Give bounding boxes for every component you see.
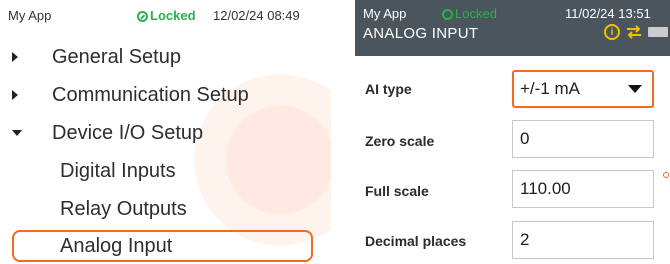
panel-divider	[331, 0, 355, 264]
menu-item-general-setup[interactable]: General Setup	[0, 40, 331, 74]
decimal-places-value: 2	[520, 230, 530, 249]
status-bar: My App Locked 12/02/24 08:49	[0, 0, 331, 30]
lock-icon	[137, 11, 148, 22]
menu-item-digital-inputs[interactable]: Digital Inputs	[0, 154, 331, 188]
field-decimal-places: Decimal places 2	[355, 214, 670, 264]
menu-item-relay-outputs[interactable]: Relay Outputs	[0, 192, 331, 226]
menu-item-communication-setup[interactable]: Communication Setup	[0, 78, 331, 112]
decimal-places-input[interactable]: 2	[512, 221, 654, 259]
lock-status: Locked	[137, 8, 196, 23]
menu-item-label: Relay Outputs	[60, 198, 187, 220]
ai-type-select[interactable]: +/-1 mA	[512, 70, 654, 108]
zero-scale-input[interactable]: 0	[512, 120, 654, 158]
field-full-scale: Full scale 110.00	[355, 164, 670, 214]
field-label: Full scale	[365, 183, 429, 199]
lock-status-label: Locked	[455, 6, 497, 21]
full-scale-input[interactable]: 110.00	[512, 170, 654, 208]
ai-type-value: +/-1 mA	[520, 79, 580, 98]
right-panel: My App Locked 11/02/24 13:51 ANALOG INPU…	[355, 0, 670, 264]
datetime: 11/02/24 13:51	[565, 6, 651, 21]
chevron-right-icon	[12, 52, 18, 62]
chevron-right-icon	[12, 90, 18, 100]
datetime: 12/02/24 08:49	[213, 8, 300, 23]
left-panel: My App Locked 12/02/24 08:49 General Set…	[0, 0, 331, 264]
field-label: AI type	[365, 81, 412, 97]
screen-header: My App Locked 11/02/24 13:51 ANALOG INPU…	[355, 0, 670, 56]
app-name: My App	[363, 6, 407, 21]
lock-status: Locked	[442, 6, 497, 21]
menu-item-device-io-setup[interactable]: Device I/O Setup	[0, 116, 331, 150]
menu-item-label: Digital Inputs	[60, 160, 176, 182]
battery-icon	[648, 27, 668, 37]
swap-arrows-icon[interactable]	[625, 23, 643, 41]
scroll-indicator	[663, 172, 669, 178]
field-ai-type: AI type +/-1 mA	[355, 64, 670, 114]
menu-item-label: Device I/O Setup	[52, 122, 204, 144]
zero-scale-value: 0	[520, 129, 530, 148]
menu-item-label: Analog Input	[60, 235, 173, 257]
chevron-down-icon	[12, 130, 22, 136]
field-label: Decimal places	[365, 233, 467, 249]
menu-item-analog-input[interactable]: Analog Input	[0, 229, 331, 263]
field-label: Zero scale	[365, 133, 435, 149]
menu-item-label: Communication Setup	[52, 84, 249, 106]
field-zero-scale: Zero scale 0	[355, 114, 670, 164]
full-scale-value: 110.00	[520, 179, 571, 198]
menu-item-label: General Setup	[52, 46, 181, 68]
app-name: My App	[8, 8, 52, 23]
lock-status-label: Locked	[150, 8, 196, 23]
page-title: ANALOG INPUT	[363, 25, 479, 42]
dropdown-arrow-icon	[628, 85, 642, 93]
info-icon[interactable]: i	[604, 24, 620, 40]
lock-icon	[442, 9, 453, 20]
